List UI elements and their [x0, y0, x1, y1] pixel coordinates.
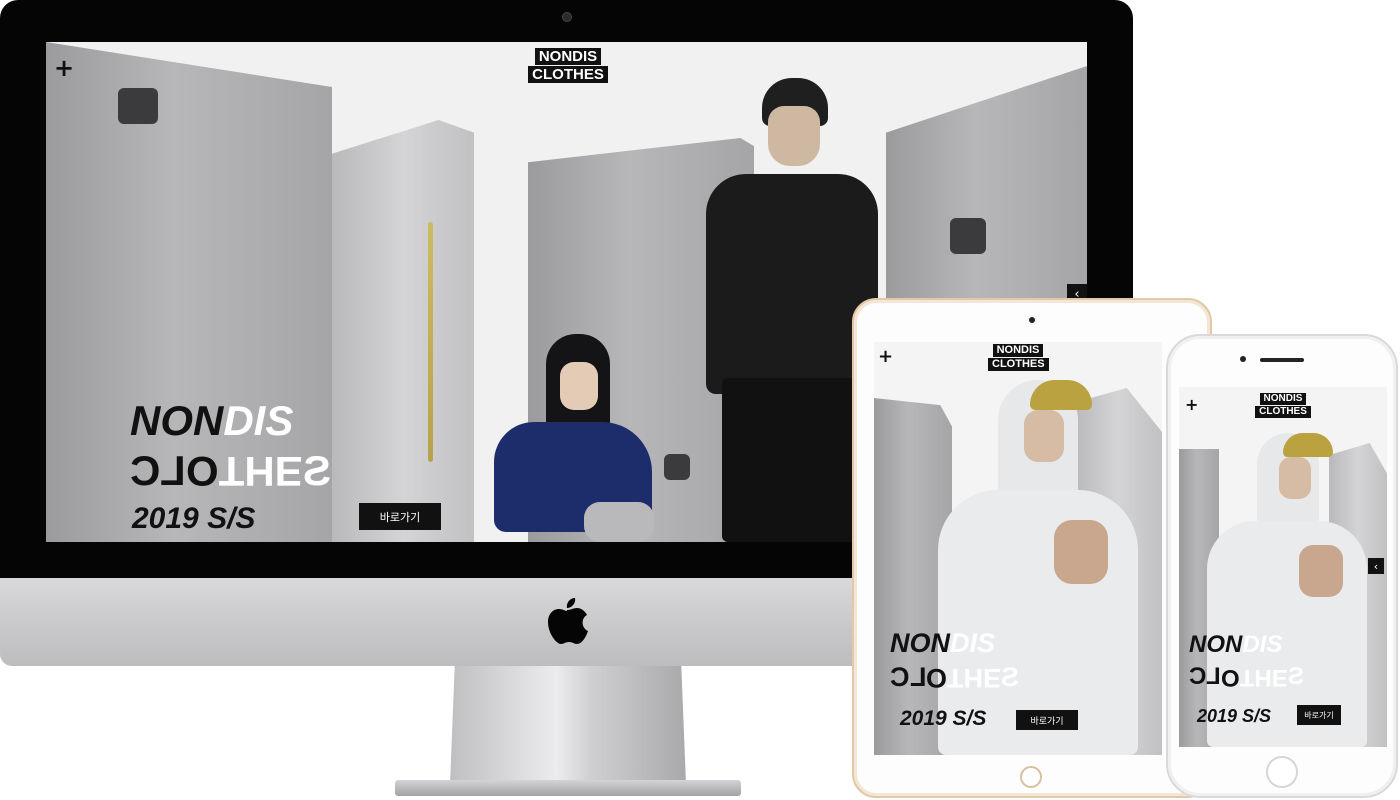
menu-plus-icon[interactable]: + — [1185, 397, 1198, 413]
hero-title: NONDIS — [890, 630, 995, 657]
brand-logo[interactable]: NONDIS CLOTHES — [1253, 393, 1313, 418]
model-hooded — [1207, 433, 1367, 747]
hero-mirrored-clothes: C L O T H E S — [1189, 663, 1304, 691]
go-button[interactable]: 바로가기 — [359, 503, 441, 530]
season-label: 2019 S/S — [1197, 706, 1272, 726]
iphone-screen: NONDIS CLOTHES + NONDIS C L O T H E S 20… — [1179, 387, 1387, 747]
go-button[interactable]: 바로가기 — [1297, 705, 1341, 725]
ipad-camera — [1029, 317, 1035, 323]
hero-title: NONDIS — [130, 400, 293, 442]
imac-camera — [562, 12, 572, 22]
imac-stand — [450, 666, 686, 784]
iphone-home-button[interactable] — [1266, 756, 1298, 788]
hero-word-non: NON — [130, 397, 224, 444]
hero-mirrored-clothes: C L O T H E S — [890, 662, 1020, 693]
brand-logo[interactable]: NONDIS CLOTHES — [988, 344, 1049, 371]
model-crouching — [488, 334, 668, 542]
model-hooded — [938, 380, 1138, 755]
prev-slide-icon[interactable]: ‹ — [1368, 558, 1384, 574]
hero-word-non: NON — [890, 628, 950, 658]
season-label: 2019 S/S — [132, 502, 256, 535]
pillar-crack — [428, 222, 433, 462]
imac-foot — [395, 780, 741, 796]
brand-logo[interactable]: NONDIS CLOTHES — [523, 48, 613, 83]
season-label: 2019 S/S — [900, 707, 987, 730]
hero-word-non: NON — [1189, 631, 1243, 658]
pillar-hole — [950, 218, 986, 254]
hero-mirrored-clothes: C L O T H E S — [130, 447, 331, 495]
logo-line2: CLOTHES — [988, 358, 1049, 371]
logo-line1: NONDIS — [1259, 393, 1307, 405]
logo-line1: NONDIS — [992, 344, 1044, 357]
go-button[interactable]: 바로가기 — [1016, 710, 1078, 730]
apple-logo-icon — [548, 598, 588, 644]
logo-line1: NONDIS — [534, 48, 602, 65]
menu-plus-icon[interactable]: + — [54, 56, 74, 80]
ipad-screen: NONDIS CLOTHES + NONDIS C L O T H E S 20… — [874, 342, 1162, 755]
iphone-camera — [1240, 356, 1246, 362]
hero-word-dis: DIS — [223, 397, 294, 444]
hero-word-dis: DIS — [1242, 631, 1283, 658]
iphone-speaker — [1260, 358, 1304, 362]
hero-title: NONDIS — [1189, 633, 1282, 657]
hero-word-dis: DIS — [950, 628, 996, 658]
logo-line2: CLOTHES — [1255, 406, 1311, 418]
concrete-pillar — [332, 120, 474, 542]
logo-line2: CLOTHES — [528, 66, 608, 83]
pillar-hole — [118, 88, 158, 124]
ipad-home-button[interactable] — [1020, 766, 1042, 788]
menu-plus-icon[interactable]: + — [878, 348, 893, 366]
